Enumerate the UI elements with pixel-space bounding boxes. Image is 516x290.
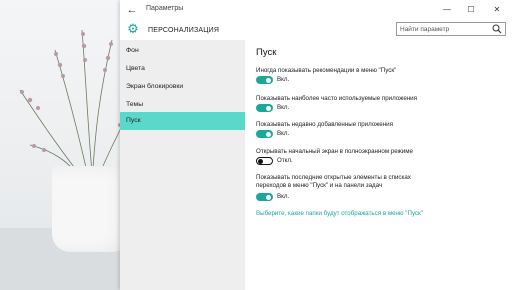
sidebar-item-start[interactable]: Пуск [120, 112, 245, 130]
wallpaper-pot [52, 166, 130, 252]
gear-icon: ⚙ [127, 21, 139, 36]
minimize-button[interactable]: — [438, 3, 456, 17]
option-label-recent-items-line1: Показывать последние открытые элементы в… [256, 174, 411, 181]
maximize-button[interactable]: ☐ [462, 3, 480, 17]
back-arrow-icon[interactable]: ← [124, 2, 140, 18]
toggle-state-most-used: Вкл. [277, 104, 290, 111]
toggle-recently-added[interactable] [256, 130, 273, 138]
sidebar-item-colors[interactable]: Цвета [120, 60, 245, 78]
toggle-knob [266, 131, 271, 137]
choose-folders-link[interactable]: Выберите, какие папки будут отображаться… [256, 210, 423, 217]
toggle-knob [258, 158, 263, 164]
search-box[interactable] [396, 22, 506, 36]
search-input[interactable] [397, 23, 495, 35]
toggle-knob [266, 194, 271, 200]
toggle-most-used[interactable] [256, 104, 273, 112]
sidebar-item-lock-screen[interactable]: Экран блокировки [120, 78, 245, 96]
section-title: Пуск [256, 47, 277, 58]
sidebar-item-background[interactable]: Фон [120, 42, 245, 60]
page-title: ПЕРСОНАЛИЗАЦИЯ [148, 27, 220, 34]
toggle-suggestions[interactable] [256, 76, 273, 84]
title-bar: ← Параметры — ☐ ✕ [120, 0, 516, 20]
toggle-state-recent-items: Вкл. [277, 193, 290, 200]
close-button[interactable]: ✕ [488, 3, 506, 17]
sidebar: Фон Цвета Экран блокировки Темы Пуск [120, 40, 245, 290]
option-label-most-used: Показывать наиболее часто используемые п… [256, 95, 417, 102]
option-label-suggestions: Иногда показывать рекомендации в меню "П… [256, 67, 397, 74]
option-label-recently-added: Показывать недавно добавленные приложени… [256, 121, 393, 128]
toggle-state-fullscreen: Откл. [277, 157, 293, 164]
toggle-state-suggestions: Вкл. [277, 76, 290, 83]
window-title: Параметры [146, 5, 184, 12]
toggle-knob [266, 77, 271, 83]
main-content: Пуск Иногда показывать рекомендации в ме… [245, 40, 516, 290]
search-icon[interactable] [491, 23, 503, 35]
toggle-recent-items[interactable] [256, 193, 273, 201]
toggle-knob [266, 105, 271, 111]
option-label-recent-items-line2: переходов в меню "Пуск" и на панели зада… [256, 182, 383, 189]
option-label-fullscreen: Открывать начальный экран в полноэкранно… [256, 148, 413, 155]
toggle-fullscreen[interactable] [256, 157, 273, 165]
settings-window: ← Параметры — ☐ ✕ ⚙ ПЕРСОНАЛИЗАЦИЯ Фон Ц… [120, 0, 516, 290]
toggle-state-recently-added: Вкл. [277, 130, 290, 137]
